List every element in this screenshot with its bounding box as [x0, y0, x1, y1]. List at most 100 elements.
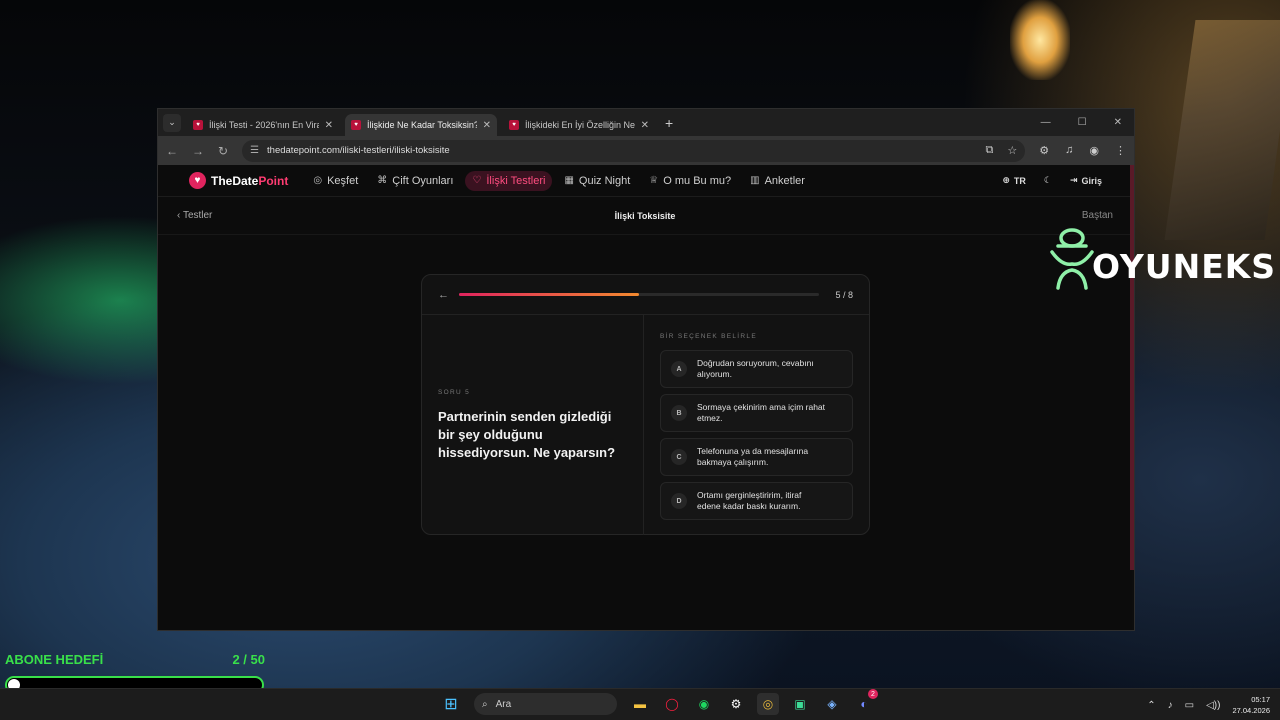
restart-button[interactable]: Baştan: [1082, 210, 1113, 221]
site-navbar: ♥ TheDatePoint ◎ Keşfet ⌘ Çift Oyunları …: [158, 165, 1132, 197]
window-controls: — ☐ ✕: [1041, 117, 1134, 128]
login-button[interactable]: ⇥ Giriş: [1070, 175, 1102, 186]
close-tab-icon[interactable]: ✕: [483, 120, 491, 131]
nav-label: İlişki Testleri: [486, 174, 546, 187]
answers-panel: BİR SEÇENEK BELİRLE A Doğrudan soruyorum…: [644, 315, 869, 535]
nav-label: Çift Oyunları: [392, 174, 454, 187]
compass-icon: ◎: [313, 175, 323, 186]
option-letter: C: [671, 449, 687, 465]
heart-logo-icon: ♥: [189, 172, 206, 189]
vpn-app-icon[interactable]: ◈: [821, 693, 843, 715]
option-text: Doğrudan soruyorum, cevabını alıyorum.: [697, 358, 814, 379]
browser-tab-1[interactable]: ♥ İlişki Testi - 2026'nın En Viral Te ✕: [187, 114, 339, 136]
start-button[interactable]: ⊞: [440, 693, 462, 715]
chrome-icon[interactable]: ◎: [757, 693, 779, 715]
close-window-icon[interactable]: ✕: [1114, 117, 1122, 128]
quiz-progress-bar: [459, 293, 820, 296]
site-logo[interactable]: ♥ TheDatePoint: [189, 172, 288, 189]
browser-tab-2[interactable]: ♥ İlişkide Ne Kadar Toksiksin? - Ü ✕: [345, 114, 497, 136]
option-letter: D: [671, 493, 687, 509]
close-tab-icon[interactable]: ✕: [325, 120, 333, 131]
login-icon: ⇥: [1069, 175, 1078, 185]
goal-count: 2 / 50: [232, 652, 265, 667]
login-label: Giriş: [1081, 175, 1102, 186]
option-letter: B: [671, 405, 687, 421]
profile-icon[interactable]: ◉: [1089, 144, 1099, 157]
opera-gx-icon[interactable]: ◯: [661, 693, 683, 715]
browser-menu-icon[interactable]: ⋮: [1115, 144, 1126, 157]
bar-chart-icon: ▥: [750, 175, 760, 186]
discord-icon[interactable]: ◐ 2: [853, 689, 878, 715]
oyuneks-mascot-icon: [1050, 228, 1094, 290]
previous-question-icon[interactable]: ←: [438, 289, 449, 301]
language-switcher[interactable]: ⊕ TR: [1002, 175, 1026, 186]
microphone-icon[interactable]: ♪: [1168, 700, 1173, 711]
nav-label: Keşfet: [327, 174, 359, 187]
extensions-icon[interactable]: ⚙: [1039, 144, 1049, 157]
question-counter: 5 / 8: [835, 289, 853, 300]
nav-item-anketler[interactable]: ▥ Anketler: [743, 171, 812, 191]
nav-item-iliski-testleri[interactable]: ♡ İlişki Testleri: [465, 170, 553, 191]
option-text: Telefonuna ya da mesajlarına bakmaya çal…: [697, 446, 809, 467]
file-explorer-icon[interactable]: ▬: [629, 693, 651, 715]
watermark-text: OYUNEKS: [1092, 246, 1277, 286]
nav-label: Quiz Night: [578, 174, 631, 187]
media-controls-icon[interactable]: ♫: [1065, 144, 1073, 157]
new-tab-button[interactable]: +: [665, 115, 673, 131]
answer-option-b[interactable]: B Sormaya çekinirim ama içim rahat etmez…: [660, 394, 853, 432]
theme-toggle-moon-icon[interactable]: ☾: [1044, 175, 1052, 186]
tab-search-icon[interactable]: ⌄: [163, 113, 181, 132]
option-text: Sormaya çekinirim ama içim rahat etmez.: [697, 402, 826, 423]
trophy-icon: ♕: [649, 175, 659, 186]
url-text: thedatepoint.com/iliski-testleri/iliski-…: [267, 145, 450, 156]
gamepad-icon: ⌘: [377, 175, 388, 186]
clock-time: 05:17: [1251, 695, 1270, 704]
forward-arrow-icon[interactable]: →: [192, 144, 204, 158]
tab-title: İlişkide Ne Kadar Toksiksin? - Ü: [367, 120, 477, 130]
minimize-icon[interactable]: —: [1041, 117, 1051, 128]
url-field[interactable]: ☰ thedatepoint.com/iliski-testleri/ilisk…: [242, 139, 1026, 162]
quiz-progress-row: ← 5 / 8: [422, 275, 869, 315]
nav-item-o-mu-bu-mu[interactable]: ♕ O mu Bu mu?: [642, 171, 738, 191]
volume-icon[interactable]: ◁)): [1206, 700, 1220, 711]
browser-window: ⌄ ♥ İlişki Testi - 2026'nın En Viral Te …: [157, 108, 1135, 631]
option-letter: A: [671, 361, 687, 377]
goal-label: ABONE HEDEFİ: [5, 652, 104, 667]
space-station-light: [1010, 0, 1070, 80]
close-tab-icon[interactable]: ✕: [641, 120, 649, 131]
option-text: Ortamı gerginleştiririm, itiraf edene ka…: [697, 490, 802, 511]
nav-item-kesfet[interactable]: ◎ Keşfet: [306, 171, 365, 191]
globe-icon: ⊕: [1002, 175, 1010, 185]
display-icon[interactable]: ▭: [1185, 700, 1194, 711]
search-placeholder: Ara: [495, 698, 512, 710]
taskbar-search[interactable]: ⌕ Ara: [474, 693, 617, 715]
back-arrow-icon[interactable]: ←: [166, 144, 178, 158]
show-hidden-icons-icon[interactable]: ⌃: [1147, 700, 1155, 711]
install-app-icon[interactable]: ⧉: [986, 144, 994, 157]
system-clock[interactable]: 05:17 27.04.2026: [1232, 694, 1270, 716]
heart-icon: ♡: [472, 175, 482, 186]
nav-item-cift-oyunlari[interactable]: ⌘ Çift Oyunları: [370, 171, 460, 191]
bookmark-star-icon[interactable]: ☆: [1007, 144, 1017, 157]
site-info-icon[interactable]: ☰: [250, 145, 259, 156]
search-icon: ⌕: [482, 698, 488, 710]
site-favicon-icon: ♥: [509, 120, 519, 130]
answer-option-a[interactable]: A Doğrudan soruyorum, cevabını alıyorum.: [660, 350, 853, 388]
discord-app-icon[interactable]: ▣: [789, 693, 811, 715]
page-title: İlişki Toksisite: [614, 210, 676, 221]
reload-icon[interactable]: ↻: [218, 144, 228, 158]
answer-option-d[interactable]: D Ortamı gerginleştiririm, itiraf edene …: [660, 482, 853, 520]
answer-option-c[interactable]: C Telefonuna ya da mesajlarına bakmaya ç…: [660, 438, 853, 476]
browser-tab-3[interactable]: ♥ İlişkideki En İyi Özelliğin Ne? - ✕: [503, 114, 655, 136]
logo-text-accent: Point: [258, 173, 289, 188]
question-text: Partnerinin senden gizlediği bir şey old…: [438, 409, 616, 460]
channel-watermark: OYUNEKS: [1048, 226, 1276, 292]
maximize-icon[interactable]: ☐: [1078, 117, 1087, 128]
spotify-icon[interactable]: ◉: [693, 693, 715, 715]
clock-date: 27.04.2026: [1232, 706, 1270, 715]
grid-icon: ▦: [564, 175, 574, 186]
nav-item-quiz-night[interactable]: ▦ Quiz Night: [557, 171, 637, 191]
answers-heading: BİR SEÇENEK BELİRLE: [660, 333, 757, 340]
steam-icon[interactable]: ⚙: [725, 693, 747, 715]
logo-text: TheDate: [211, 173, 259, 188]
